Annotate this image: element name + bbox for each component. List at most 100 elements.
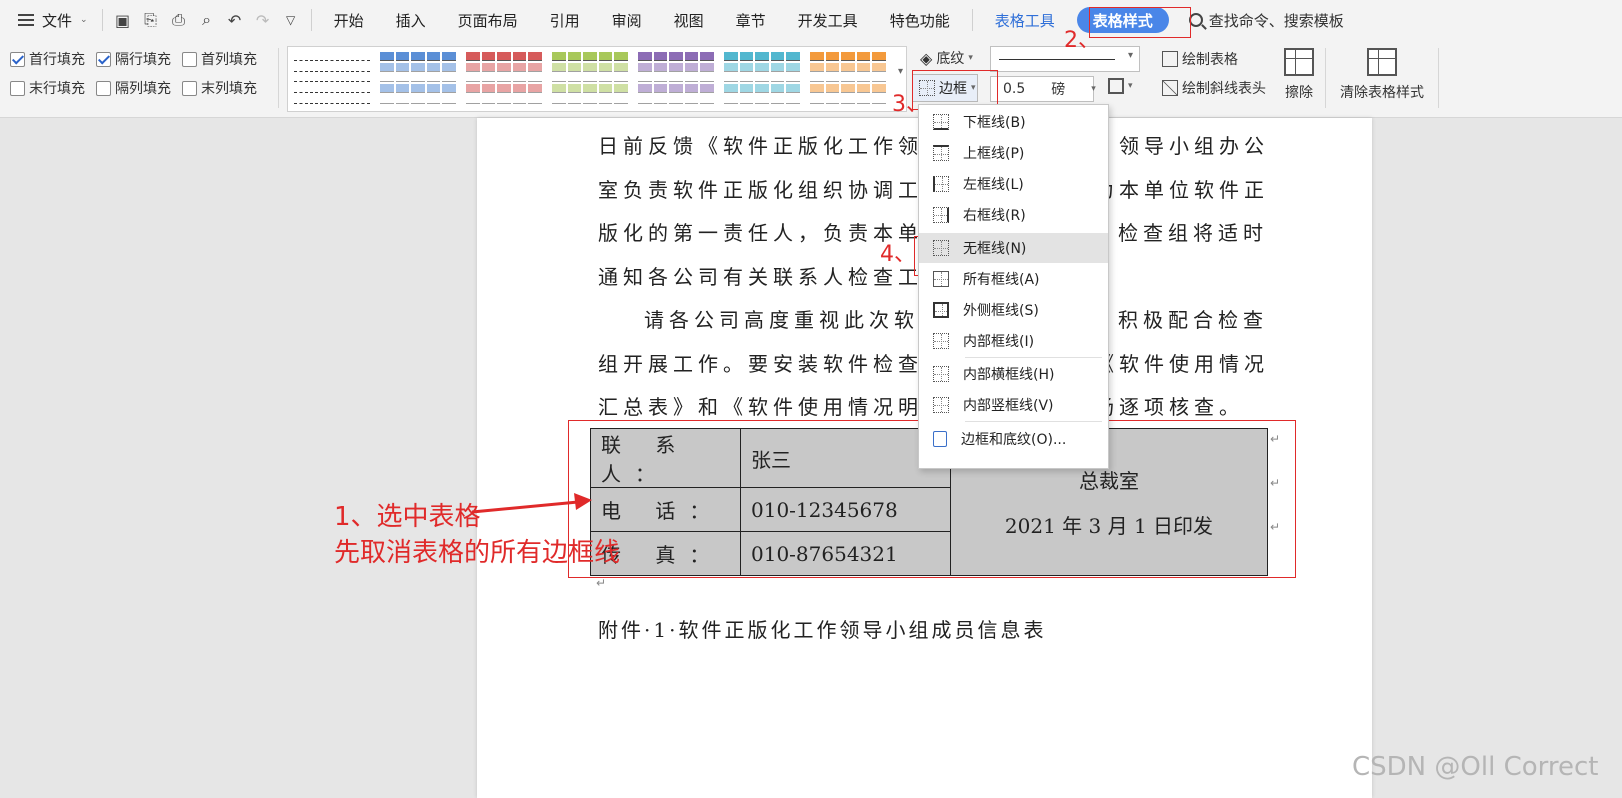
save-icon[interactable]: ▣	[109, 0, 137, 40]
border-menu-item[interactable]: 内部竖框线(V)	[919, 390, 1108, 420]
border-menu-item[interactable]: 下框线(B)	[919, 107, 1108, 137]
eraser-icon	[1284, 48, 1314, 76]
thumbnail-cell	[497, 95, 511, 104]
thumbnail-cell	[770, 62, 785, 72]
draw-diagonal-header-button[interactable]: 绘制斜线表头	[1162, 78, 1266, 98]
thumbnail-cell	[497, 52, 511, 61]
format-painter-icon[interactable]: ⎘	[137, 0, 165, 40]
tab-developer[interactable]: 开发工具	[782, 0, 874, 40]
thumbnail-cell	[442, 52, 456, 61]
tab-insert[interactable]: 插入	[380, 0, 442, 40]
shading-button[interactable]: ◈ 底纹 ▾	[920, 48, 973, 68]
checkbox-first-row-fill[interactable]: 首行填充	[10, 49, 85, 69]
thumbnail-cell	[442, 62, 456, 72]
checkbox-label: 隔行填充	[115, 52, 171, 68]
thumbnail-cell	[380, 52, 394, 61]
table-style-thumbnail[interactable]	[550, 50, 630, 106]
clear-table-style-button[interactable]: 清除表格样式	[1340, 48, 1424, 102]
border-menu-item[interactable]: 外侧框线(S)	[919, 295, 1108, 325]
file-menu[interactable]: 文件 ⌄	[0, 0, 96, 40]
print-preview-icon[interactable]: ⌕	[193, 0, 221, 40]
thumbnail-cell	[669, 95, 683, 104]
gallery-more-icon[interactable]: ▾	[898, 66, 903, 77]
checkbox-banded-rows[interactable]: 隔行填充	[96, 49, 171, 69]
doc-text-line: 请各公司高度重视此次软件	[644, 308, 944, 332]
border-menu-item-label: 上框线(P)	[963, 146, 1025, 162]
checkbox-banded-columns[interactable]: 隔列填充	[96, 78, 171, 98]
tab-chapter[interactable]: 章节	[720, 0, 782, 40]
doc-text-line: 汇总表》和《软件使用情况明细	[598, 395, 948, 419]
thumbnail-cell	[684, 84, 699, 94]
tab-table-tools[interactable]: 表格工具	[979, 0, 1071, 40]
thumbnail-cell	[825, 95, 840, 104]
border-grid-icon	[933, 271, 949, 287]
table-style-thumbnail[interactable]	[378, 50, 458, 106]
border-menu-item[interactable]: 无框线(N)	[919, 233, 1108, 263]
customize-toolbar-icon[interactable]: ▽	[277, 0, 305, 40]
thumbnail-cell	[426, 52, 441, 61]
border-menu-item[interactable]: 上框线(P)	[919, 138, 1108, 168]
border-menu-item[interactable]: 右框线(R)	[919, 200, 1108, 230]
checkbox-last-row-fill[interactable]: 末行填充	[10, 78, 85, 98]
thumbnail-cell	[411, 95, 425, 104]
thumbnail-cell	[340, 52, 355, 61]
thumbnail-cell	[481, 73, 496, 83]
thumbnail-cell	[638, 95, 652, 104]
redo-icon[interactable]: ↷	[249, 0, 277, 40]
thumbnail-cell	[426, 84, 441, 94]
command-search[interactable]: 查找命令、搜索模板	[1175, 10, 1344, 31]
thumbnail-cell	[724, 84, 738, 94]
line-weight-select[interactable]: 0.5 磅 ▾	[990, 76, 1096, 102]
thumbnail-cell	[614, 84, 628, 94]
thumbnail-cell	[755, 73, 769, 83]
thumbnail-cell	[684, 62, 699, 72]
erase-button[interactable]: 擦除	[1284, 48, 1314, 102]
tab-references[interactable]: 引用	[534, 0, 596, 40]
border-grid-icon	[933, 366, 949, 382]
tab-view[interactable]: 视图	[658, 0, 720, 40]
table-style-thumbnail[interactable]	[722, 50, 802, 106]
draw-table-button[interactable]: 绘制表格	[1162, 49, 1238, 69]
print-icon[interactable]: ⎙	[165, 0, 193, 40]
thumbnail-cell	[786, 52, 800, 61]
pen-color-button[interactable]: ▾	[1108, 78, 1133, 94]
thumbnail-cell	[653, 73, 668, 83]
border-menu-item[interactable]: 内部横框线(H)	[919, 359, 1108, 389]
border-menu-item[interactable]: 所有框线(A)	[919, 264, 1108, 294]
thumbnail-cell	[583, 73, 597, 83]
thumbnail-cell	[466, 95, 480, 104]
undo-icon[interactable]: ↶	[221, 0, 249, 40]
tab-special-features[interactable]: 特色功能	[874, 0, 966, 40]
border-menu-item[interactable]: 左框线(L)	[919, 169, 1108, 199]
tab-review[interactable]: 审阅	[596, 0, 658, 40]
thumbnail-cell	[755, 52, 769, 61]
table-style-thumbnail[interactable]	[464, 50, 544, 106]
checkbox-first-column-fill[interactable]: 首列填充	[182, 49, 257, 69]
thumbnail-cell	[395, 52, 410, 61]
border-menu-item-label: 内部框线(I)	[963, 334, 1035, 350]
table-style-thumbnail[interactable]	[292, 50, 372, 106]
border-menu-item[interactable]: 边框和底纹(O)...	[919, 424, 1108, 454]
border-menu-item[interactable]: 内部框线(I)	[919, 326, 1108, 356]
menu-divider	[965, 357, 1102, 358]
doc-text-line: 《软件使用情况	[1094, 352, 1269, 376]
shading-label: 底纹	[936, 51, 965, 67]
thumbnail-cell	[872, 84, 886, 94]
draw-diagonal-label: 绘制斜线表头	[1182, 81, 1266, 97]
thumbnail-cell	[598, 95, 613, 104]
thumbnail-cell	[325, 74, 339, 83]
checkbox-unchecked-icon	[96, 80, 111, 96]
checkbox-last-column-fill[interactable]: 末列填充	[182, 78, 257, 98]
table-style-thumbnail[interactable]	[808, 50, 888, 106]
thumbnail-cell	[380, 95, 394, 104]
thumbnail-cell	[841, 95, 855, 104]
tab-page-layout[interactable]: 页面布局	[442, 0, 534, 40]
thumbnail-cell	[810, 62, 824, 72]
tab-home[interactable]: 开始	[318, 0, 380, 40]
thumbnail-cell	[825, 52, 840, 61]
thumbnail-cell	[755, 62, 769, 72]
thumbnail-cell	[567, 95, 582, 104]
table-style-gallery	[287, 46, 907, 112]
thumbnail-cell	[739, 52, 754, 61]
table-style-thumbnail[interactable]	[636, 50, 716, 106]
